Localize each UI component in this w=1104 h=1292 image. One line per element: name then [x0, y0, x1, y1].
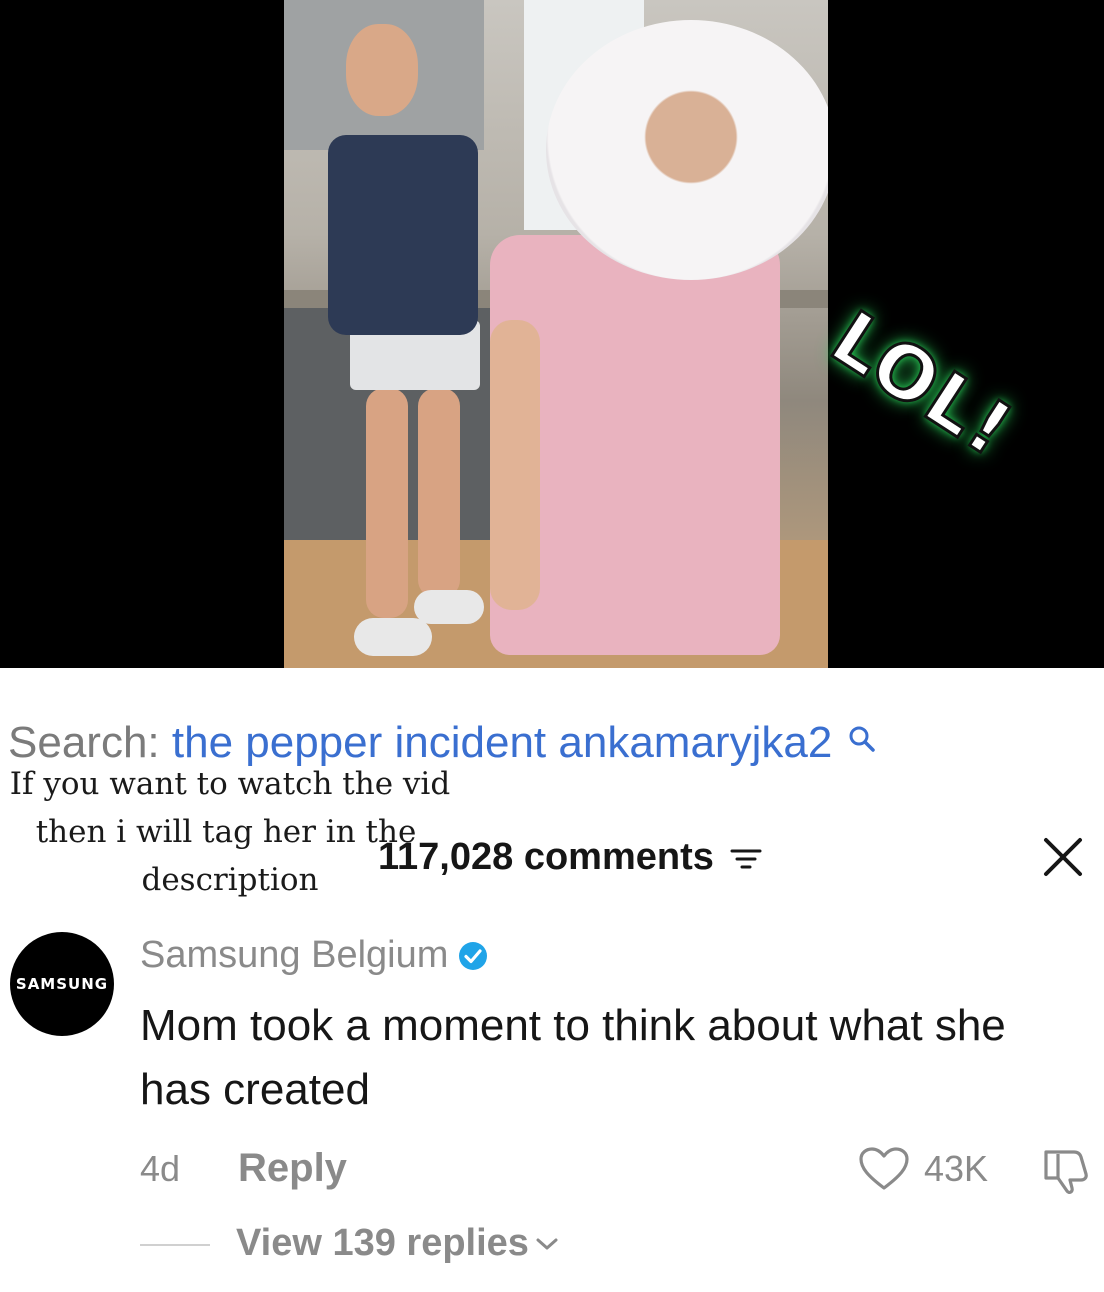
heart-icon[interactable] [858, 1146, 910, 1192]
video-player[interactable]: LOL! [0, 0, 1104, 668]
view-replies-button[interactable]: View 139 replies [236, 1222, 559, 1265]
comments-count: 117,028 comments [378, 836, 762, 879]
verified-badge-icon [459, 941, 488, 970]
reply-button[interactable]: Reply [238, 1146, 347, 1191]
overlay-caption-line: If you want to watch the vid [9, 766, 451, 802]
chevron-down-icon [536, 1238, 558, 1249]
replies-divider [140, 1244, 210, 1246]
comment-timestamp: 4d [140, 1148, 181, 1189]
comment-body: Mom took a moment to think about what sh… [140, 1001, 1006, 1114]
view-replies-label: View 139 replies [236, 1222, 529, 1264]
lol-sticker: LOL! [815, 293, 1029, 475]
comment-username[interactable]: Samsung Belgium [140, 934, 488, 977]
avatar[interactable]: SAMSUNG [10, 932, 114, 1036]
video-frame-image [284, 0, 828, 668]
like-count: 43K [924, 1148, 989, 1189]
search-icon[interactable] [847, 724, 877, 754]
sort-icon[interactable] [730, 845, 762, 873]
avatar-logo-text: SAMSUNG [15, 975, 109, 993]
overlay-caption: If you want to watch the vid then i will… [10, 760, 480, 904]
close-icon[interactable] [1038, 832, 1088, 882]
comments-count-label: 117,028 comments [378, 836, 714, 878]
username-label: Samsung Belgium [140, 934, 449, 976]
thumbs-down-icon[interactable] [1040, 1146, 1096, 1196]
